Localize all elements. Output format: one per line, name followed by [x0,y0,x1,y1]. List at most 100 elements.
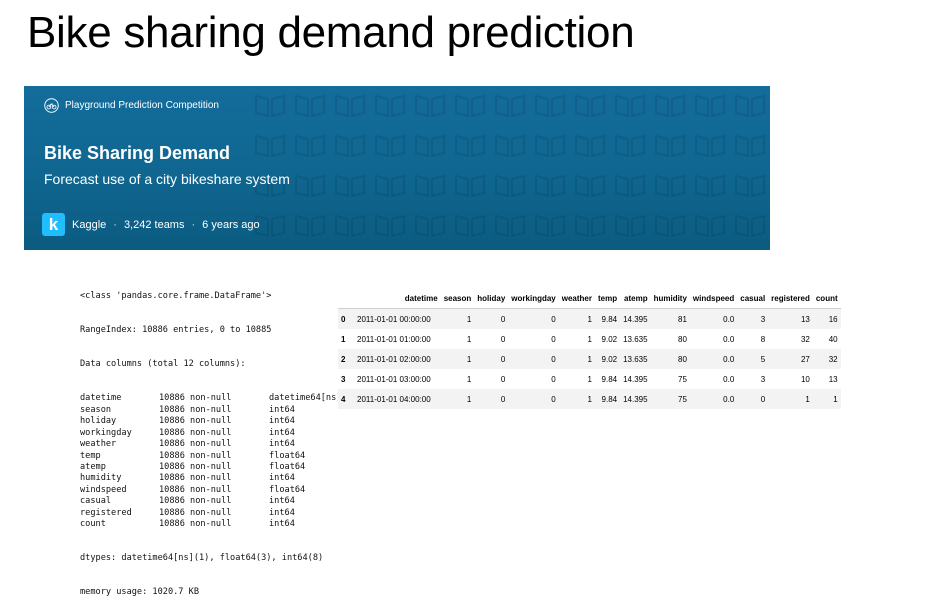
info-column-row: weather 10886 non-null int64 [80,439,341,450]
competition-meta: k Kaggle · 3,242 teams · 6 years ago [42,213,260,236]
info-column-name: temp [80,450,101,461]
info-column-row: count 10886 non-null int64 [80,519,341,530]
info-column-dtype: int64 [269,518,295,529]
table-cell: 1 [558,389,595,409]
table-cell: 16 [812,308,841,329]
info-column-count: 10886 non-null [159,461,232,472]
info-column-dtype: int64 [269,439,295,450]
info-column-count: 10886 non-null [159,496,232,507]
team-count: 3,242 teams [123,218,185,231]
info-column-row: temp 10886 non-null float64 [80,451,341,462]
info-dtypes-line: dtypes: datetime64[ns](1), float64(3), i… [80,553,324,564]
info-column-dtype: int64 [269,427,295,438]
column-header: registered [768,288,813,309]
table-cell: 1 [440,308,475,329]
column-header: casual [737,288,769,309]
competition-title[interactable]: Bike Sharing Demand [44,143,230,164]
table-cell: 0 [508,349,559,369]
table-cell: 9.84 [594,308,621,329]
table-cell: 1 [558,349,595,369]
table-cell: 1 [812,389,841,409]
info-column-name: season [80,404,112,415]
table-cell: 0 [551,334,556,344]
table-cell: 75 [650,389,690,409]
table-cell: 1 [466,374,472,384]
competition-subtitle: Forecast use of a city bikeshare system [44,171,290,187]
info-column-name: windspeed [80,484,127,495]
kaggle-logo-icon: k [42,213,65,236]
row-index: 2 [338,349,354,369]
info-column-dtype: int64 [269,507,295,518]
info-column-dtype: int64 [269,404,295,415]
table-cell: 2011-01-01 00:00:00 [354,308,441,329]
info-column-count: 10886 non-null [159,507,232,518]
table-cell: 2011-01-01 01:00:00 [357,334,431,344]
column-header: temp [594,288,621,309]
table-cell: 1 [440,389,475,409]
row-index: 4 [338,389,354,409]
info-column-name: workingday [80,427,132,438]
table-cell: 2011-01-01 02:00:00 [354,349,441,369]
table-cell: 0 [474,389,509,409]
column-header: datetime [354,288,441,309]
column-header: weather [558,288,595,309]
table-cell: 75 [678,374,687,384]
table-cell: 9.02 [594,349,621,369]
table-cell: 14.395 [620,308,651,329]
table-cell: 3 [760,374,766,384]
table-cell: 0 [737,389,769,409]
info-column-count: 10886 non-null [159,393,232,404]
info-column-name: weather [80,439,117,450]
table-cell: 9.84 [594,389,621,409]
table-cell: 1 [466,334,472,344]
row-index: 0 [338,308,354,329]
table-cell: 13 [768,308,813,329]
book-pattern-background [250,86,770,250]
info-column-count: 10886 non-null [159,473,232,484]
info-column-row: atemp 10886 non-null float64 [80,462,341,473]
table-cell: 27 [768,349,813,369]
table-cell: 80 [678,334,687,344]
info-column-list: datetime 10886 non-null datetime64[ns] seas… [80,393,341,530]
table-cell: 32 [800,334,810,344]
info-column-dtype: float64 [269,461,306,472]
competition-type: Playground Prediction Competition [44,98,219,113]
info-column-dtype: int64 [269,416,295,427]
table-cell: 1 [587,374,592,384]
info-column-dtype: float64 [269,450,306,461]
table-cell: 14.395 [623,374,648,384]
info-column-count: 10886 non-null [159,484,232,495]
table-cell: 1 [558,308,595,329]
info-range-line: RangeIndex: 10886 entries, 0 to 10885 [80,325,272,336]
info-memory-line: memory usage: 1020.7 KB [80,587,199,598]
host-name[interactable]: Kaggle [72,219,106,231]
info-columns-line: Data columns (total 12 columns): [80,359,246,370]
info-column-count: 10886 non-null [159,518,232,529]
table-cell: 8 [760,334,766,344]
table-cell: 0 [474,349,509,369]
info-column-row: windspeed 10886 non-null float64 [80,485,341,496]
table-cell: 13.635 [620,349,651,369]
table-cell: 2011-01-01 04:00:00 [354,389,441,409]
info-column-row: workingday 10886 non-null int64 [80,428,341,439]
table-row: 3 2011-01-01 03:00:00 1 0 0 1 9.84 14.395 75 0.0 3… [338,369,841,389]
info-column-dtype: int64 [269,496,295,507]
table-cell: 0.0 [689,389,738,409]
column-header: workingday [508,288,559,309]
table-cell: 10 [800,374,810,384]
row-index: 3 [341,374,346,384]
table-body: 0 2011-01-01 00:00:00 1 0 0 1 9.84 14.395 81 0.0 3… [338,308,841,409]
table-cell: 1 [587,334,592,344]
table-cell: 0 [500,374,506,384]
table-cell: 14.395 [620,389,651,409]
competition-banner[interactable]: Playground Prediction Competition Bike S… [24,86,770,250]
info-column-dtype: int64 [269,473,295,484]
table-cell: 32 [812,349,841,369]
table-cell: 0 [508,389,559,409]
table-cell: 40 [828,334,838,344]
bicycle-icon [44,98,59,113]
info-column-name: humidity [80,473,122,484]
table-cell: 80 [650,349,690,369]
info-column-row: registered 10886 non-null int64 [80,508,341,519]
row-index: 1 [341,334,346,344]
